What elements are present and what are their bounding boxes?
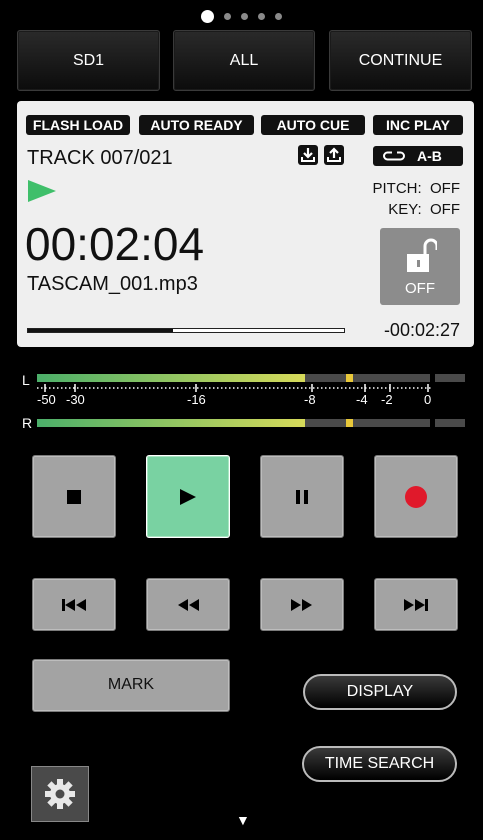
scale-label-minus50: -50 xyxy=(37,392,56,407)
scale-label-0: 0 xyxy=(424,392,432,407)
display-button-label: DISPLAY xyxy=(346,683,414,700)
key-lock-label: OFF xyxy=(405,280,435,297)
flash-load-badge: FLASH LOAD xyxy=(26,115,130,135)
right-level-meter xyxy=(37,419,465,427)
pitch-key-status: PITCH: OFF KEY: OFF xyxy=(372,178,460,220)
page-dot-2[interactable] xyxy=(224,12,231,20)
ab-repeat-indicator: A-B xyxy=(373,146,463,166)
mark-button[interactable]: MARK xyxy=(32,659,230,712)
stop-icon xyxy=(67,489,81,504)
skip-forward-button[interactable] xyxy=(374,578,458,631)
ab-label: A-B xyxy=(417,148,442,164)
right-channel-label: R xyxy=(22,415,33,431)
auto-ready-badge: AUTO READY xyxy=(139,115,254,135)
pause-button[interactable] xyxy=(260,455,344,538)
pitch-row: PITCH: OFF xyxy=(372,178,460,199)
key-value: OFF xyxy=(430,201,460,218)
page-dot-1[interactable] xyxy=(201,9,214,23)
status-display: FLASH LOAD AUTO READY AUTO CUE INC PLAY … xyxy=(17,101,474,347)
rewind-button[interactable] xyxy=(146,578,230,631)
page-dot-4[interactable] xyxy=(258,12,265,20)
media-button-label: SD1 xyxy=(72,51,105,69)
track-counter: TRACK 007/021 xyxy=(27,147,173,169)
playback-progress-bar[interactable] xyxy=(27,328,345,333)
scale-label-minus2: -2 xyxy=(381,392,393,407)
play-mode-button-label: CONTINUE xyxy=(358,51,443,69)
repeat-icon xyxy=(383,151,405,161)
inc-play-badge: INC PLAY xyxy=(373,115,463,135)
skip-back-button[interactable] xyxy=(32,578,116,631)
record-icon xyxy=(405,485,427,508)
pitch-value: OFF xyxy=(430,180,460,197)
scale-label-minus30: -30 xyxy=(66,392,85,407)
record-button[interactable] xyxy=(374,455,458,538)
play-area-button[interactable]: ALL xyxy=(173,30,315,91)
scroll-down-indicator[interactable]: ▼ xyxy=(236,812,250,828)
key-label: KEY: xyxy=(388,201,422,218)
skip-back-icon xyxy=(62,598,86,611)
auto-cue-badge: AUTO CUE xyxy=(261,115,365,135)
download-icon xyxy=(298,145,318,165)
play-button[interactable] xyxy=(146,455,230,538)
page-dot-3[interactable] xyxy=(241,12,248,20)
left-level-meter xyxy=(37,374,465,382)
stop-button[interactable] xyxy=(32,455,116,538)
left-channel-label: L xyxy=(22,372,30,388)
scale-label-minus8: -8 xyxy=(304,392,316,407)
scale-label-minus4: -4 xyxy=(356,392,368,407)
fast-forward-icon xyxy=(291,598,312,611)
progress-fill xyxy=(28,329,174,332)
play-area-button-label: ALL xyxy=(229,51,259,69)
unlock-icon xyxy=(407,238,437,272)
key-lock-button[interactable]: OFF xyxy=(380,228,460,305)
fast-forward-button[interactable] xyxy=(260,578,344,631)
media-button[interactable]: SD1 xyxy=(17,30,160,91)
rewind-icon xyxy=(178,598,199,611)
pause-icon xyxy=(296,489,308,504)
upload-icon xyxy=(324,145,344,165)
meter-scale-ticks xyxy=(37,384,432,392)
page-dot-5[interactable] xyxy=(275,12,282,20)
play-mode-button[interactable]: CONTINUE xyxy=(329,30,472,91)
settings-button[interactable] xyxy=(31,766,89,822)
remaining-time: -00:02:27 xyxy=(383,320,460,340)
scale-label-minus16: -16 xyxy=(187,392,206,407)
play-icon xyxy=(180,488,196,505)
skip-forward-icon xyxy=(404,598,428,611)
time-search-button[interactable]: TIME SEARCH xyxy=(302,746,457,782)
time-search-button-label: TIME SEARCH xyxy=(324,755,435,772)
elapsed-time: 00:02:04 xyxy=(25,218,205,270)
display-button[interactable]: DISPLAY xyxy=(303,674,457,710)
key-row: KEY: OFF xyxy=(372,199,460,220)
pitch-label: PITCH: xyxy=(372,180,422,197)
gear-icon xyxy=(45,779,75,809)
page-indicator xyxy=(0,6,483,26)
play-status-icon xyxy=(27,179,57,208)
file-name: TASCAM_001.mp3 xyxy=(27,273,198,295)
mark-button-label: MARK xyxy=(107,676,155,693)
